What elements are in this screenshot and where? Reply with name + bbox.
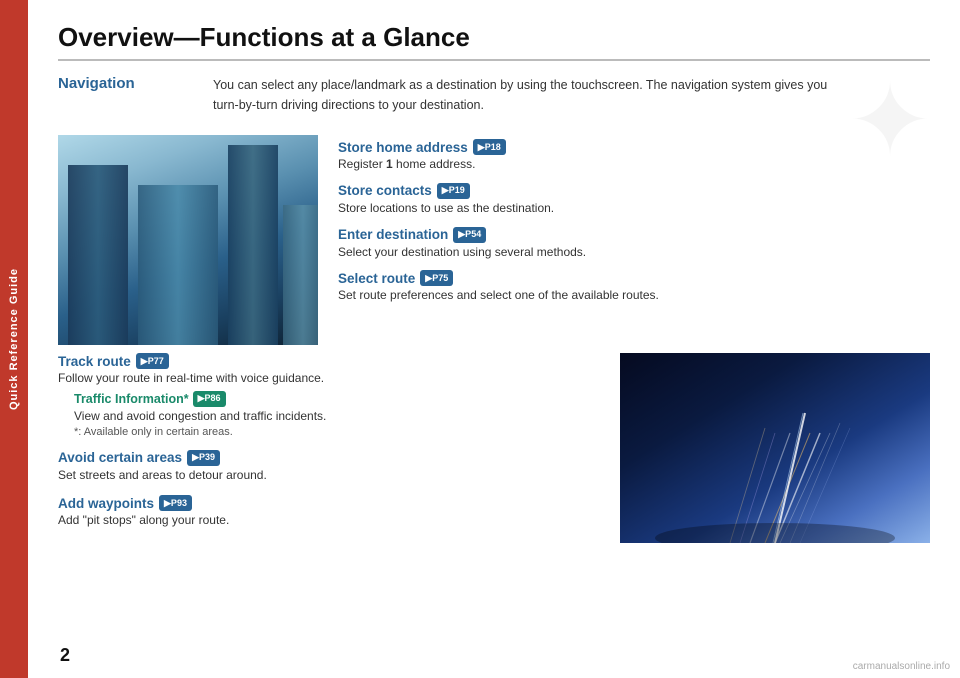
feature-track-route-desc: Follow your route in real-time with voic… (58, 370, 600, 387)
site-watermark: carmanualsonline.info (853, 661, 950, 672)
road-photo (620, 353, 930, 543)
traffic-note: *: Available only in certain areas. (74, 426, 600, 438)
badge-p75: ▶P75 (420, 270, 453, 286)
badge-p77: ▶P77 (136, 353, 169, 369)
feature-select-route-desc: Set route preferences and select one of … (338, 287, 930, 304)
sidebar-label: Quick Reference Guide (8, 268, 20, 410)
traffic-info: Traffic Information* ▶P86 View and avoid… (74, 391, 600, 438)
feature-enter-destination-desc: Select your destination using several me… (338, 244, 930, 261)
nav-label: Navigation (58, 75, 213, 115)
badge-p93: ▶P93 (159, 495, 192, 511)
sidebar-tab: Quick Reference Guide (0, 0, 28, 678)
feature-avoid-areas: Avoid certain areas ▶P39 Set streets and… (58, 450, 600, 484)
traffic-title: Traffic Information* ▶P86 (74, 391, 600, 407)
feature-select-route: Select route ▶P75 Set route preferences … (338, 270, 930, 304)
feature-select-route-title: Select route ▶P75 (338, 270, 930, 286)
feature-enter-destination-title: Enter destination ▶P54 (338, 227, 930, 243)
upper-content: Store home address ▶P18 Register 1 home … (58, 135, 930, 345)
page-number: 2 (60, 645, 70, 666)
feature-add-waypoints: Add waypoints ▶P93 Add "pit stops" along… (58, 495, 600, 529)
building-shape-2 (283, 205, 318, 345)
feature-avoid-areas-title: Avoid certain areas ▶P39 (58, 450, 600, 466)
lower-feature-list: Track route ▶P77 Follow your route in re… (58, 353, 600, 543)
feature-store-contacts-title: Store contacts ▶P19 (338, 183, 930, 199)
compass-watermark: ✦ (830, 60, 950, 180)
badge-p86: ▶P86 (193, 391, 226, 407)
feature-track-route: Track route ▶P77 Follow your route in re… (58, 353, 600, 438)
navigation-heading: Navigation (58, 75, 135, 92)
feature-add-waypoints-desc: Add "pit stops" along your route. (58, 512, 600, 529)
feature-enter-destination: Enter destination ▶P54 Select your desti… (338, 227, 930, 261)
badge-p54: ▶P54 (453, 227, 486, 243)
feature-add-waypoints-title: Add waypoints ▶P93 (58, 495, 600, 511)
main-content: Overview—Functions at a Glance Navigatio… (28, 0, 960, 678)
feature-store-contacts: Store contacts ▶P19 Store locations to u… (338, 183, 930, 217)
feature-store-contacts-desc: Store locations to use as the destinatio… (338, 200, 930, 217)
building-shape-1 (228, 145, 278, 345)
building-photo (58, 135, 318, 345)
badge-p19: ▶P19 (437, 183, 470, 199)
feature-avoid-areas-desc: Set streets and areas to detour around. (58, 467, 600, 484)
feature-track-route-title: Track route ▶P77 (58, 353, 600, 369)
nav-description: You can select any place/landmark as a d… (213, 75, 930, 115)
page-title: Overview—Functions at a Glance (58, 22, 930, 61)
badge-p39: ▶P39 (187, 450, 220, 466)
navigation-section: Navigation You can select any place/land… (58, 75, 930, 115)
badge-p18: ▶P18 (473, 139, 506, 155)
traffic-desc: View and avoid congestion and traffic in… (74, 408, 600, 425)
lower-section: Track route ▶P77 Follow your route in re… (58, 353, 930, 543)
road-svg (620, 353, 930, 543)
